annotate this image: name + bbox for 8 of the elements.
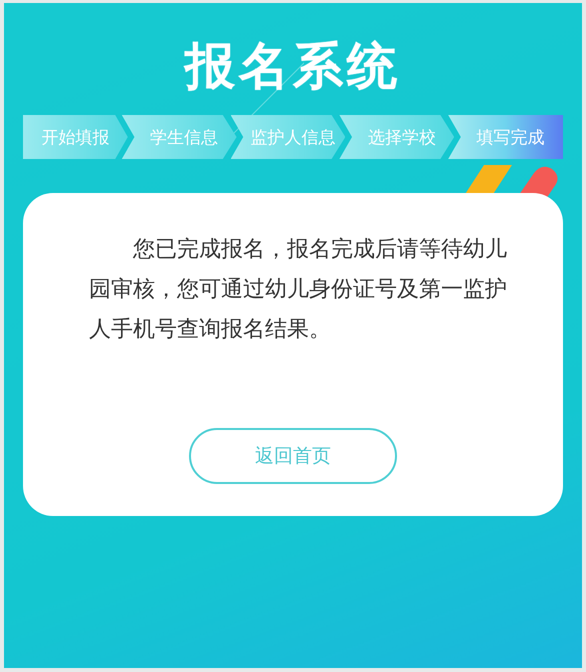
back-home-button[interactable]: 返回首页 [189,428,397,484]
progress-step: 选择学校 [339,115,454,159]
app-title: 报名系统 [185,36,401,97]
progress-step: 填写完成 [448,115,563,159]
progress-step: 开始填报 [23,115,128,159]
progress-step: 学生信息 [122,115,237,159]
progress-step: 监护人信息 [230,115,346,159]
message-text: 您已完成报名，报名完成后请等待幼儿园审核，您可通过幼儿身份证号及第一监护人手机号查询报名结果。 [89,236,507,344]
